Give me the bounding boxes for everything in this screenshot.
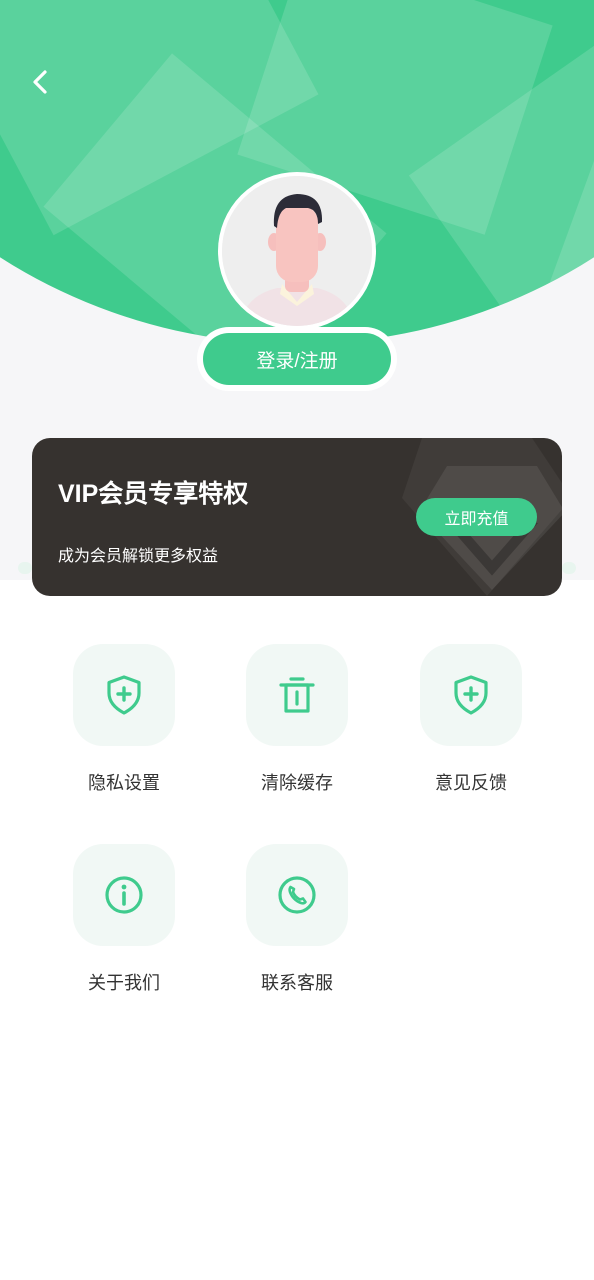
profile-page: 登录/注册 VIP会员专享特权 成为会员解锁更多权益 立即充值 隐私设置 清除缓… [0,0,594,1280]
recharge-button[interactable]: 立即充值 [416,498,537,536]
menu-item-feedback[interactable]: 意见反馈 [396,644,546,814]
menu-icon-tile [246,644,348,746]
menu-item-label: 关于我们 [88,973,160,993]
menu-item-label: 意见反馈 [435,773,507,793]
menu-item-contact-support[interactable]: 联系客服 [222,844,372,1014]
menu-icon-tile [73,644,175,746]
login-register-button[interactable]: 登录/注册 [203,333,391,385]
card-shadow-right [562,562,576,574]
vip-card[interactable]: VIP会员专享特权 成为会员解锁更多权益 立即充值 [32,438,562,596]
menu-icon-tile [73,844,175,946]
vip-title: VIP会员专享特权 [58,480,249,508]
card-shadow-left [18,562,32,574]
chevron-left-icon [33,70,47,94]
menu-item-about-us[interactable]: 关于我们 [49,844,199,1014]
trash-icon [279,677,315,713]
menu-item-label: 隐私设置 [88,773,160,793]
phone-icon [278,876,316,914]
menu-item-privacy-settings[interactable]: 隐私设置 [49,644,199,814]
menu-item-label: 清除缓存 [261,773,333,793]
back-button[interactable] [22,62,62,102]
menu-icon-tile [420,644,522,746]
shield-plus-icon [454,675,488,715]
menu-icon-tile [246,844,348,946]
avatar-image [222,176,372,326]
login-button-frame: 登录/注册 [197,327,397,391]
user-portrait-icon [222,176,372,326]
vip-subtitle: 成为会员解锁更多权益 [58,548,219,565]
shield-plus-icon [107,675,141,715]
menu-item-clear-cache[interactable]: 清除缓存 [222,644,372,814]
avatar[interactable] [218,172,376,330]
info-circle-icon [105,876,143,914]
menu-item-label: 联系客服 [261,973,333,993]
